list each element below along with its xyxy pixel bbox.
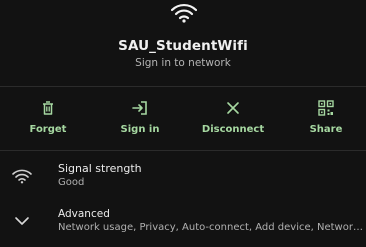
- divider: [0, 150, 366, 151]
- trash-icon: [43, 101, 53, 115]
- close-icon: [227, 102, 239, 114]
- chevron-down-icon: [15, 217, 29, 225]
- wifi-network-details-screen: SAU_StudentWifi Sign in to network Forge…: [0, 0, 366, 247]
- forget-label: Forget: [29, 124, 67, 135]
- share-button[interactable]: Share: [286, 87, 366, 149]
- wifi-icon: [171, 3, 197, 23]
- sign-in-button[interactable]: Sign in: [100, 87, 180, 149]
- advanced-summary: Network usage, Privacy, Auto-connect, Ad…: [58, 222, 363, 233]
- sign-in-label: Sign in: [120, 124, 160, 135]
- disconnect-label: Disconnect: [201, 124, 265, 135]
- share-label: Share: [309, 124, 343, 135]
- network-name: SAU_StudentWifi: [118, 38, 248, 54]
- qr-code-icon: [318, 100, 334, 116]
- signal-strength-row: Signal strength Good: [0, 160, 366, 194]
- disconnect-button[interactable]: Disconnect: [193, 87, 273, 149]
- forget-button[interactable]: Forget: [8, 87, 88, 149]
- signal-strength-value: Good: [58, 177, 85, 188]
- wifi-icon: [12, 169, 32, 184]
- network-status: Sign in to network: [135, 57, 231, 69]
- advanced-title: Advanced: [58, 208, 110, 220]
- advanced-row[interactable]: Advanced Network usage, Privacy, Auto-co…: [0, 205, 366, 247]
- action-bar: Forget Sign in Disconnect Share: [0, 87, 366, 149]
- network-header: SAU_StudentWifi Sign in to network: [0, 0, 366, 86]
- signal-strength-title: Signal strength: [58, 162, 142, 175]
- sign-in-icon: [132, 101, 147, 115]
